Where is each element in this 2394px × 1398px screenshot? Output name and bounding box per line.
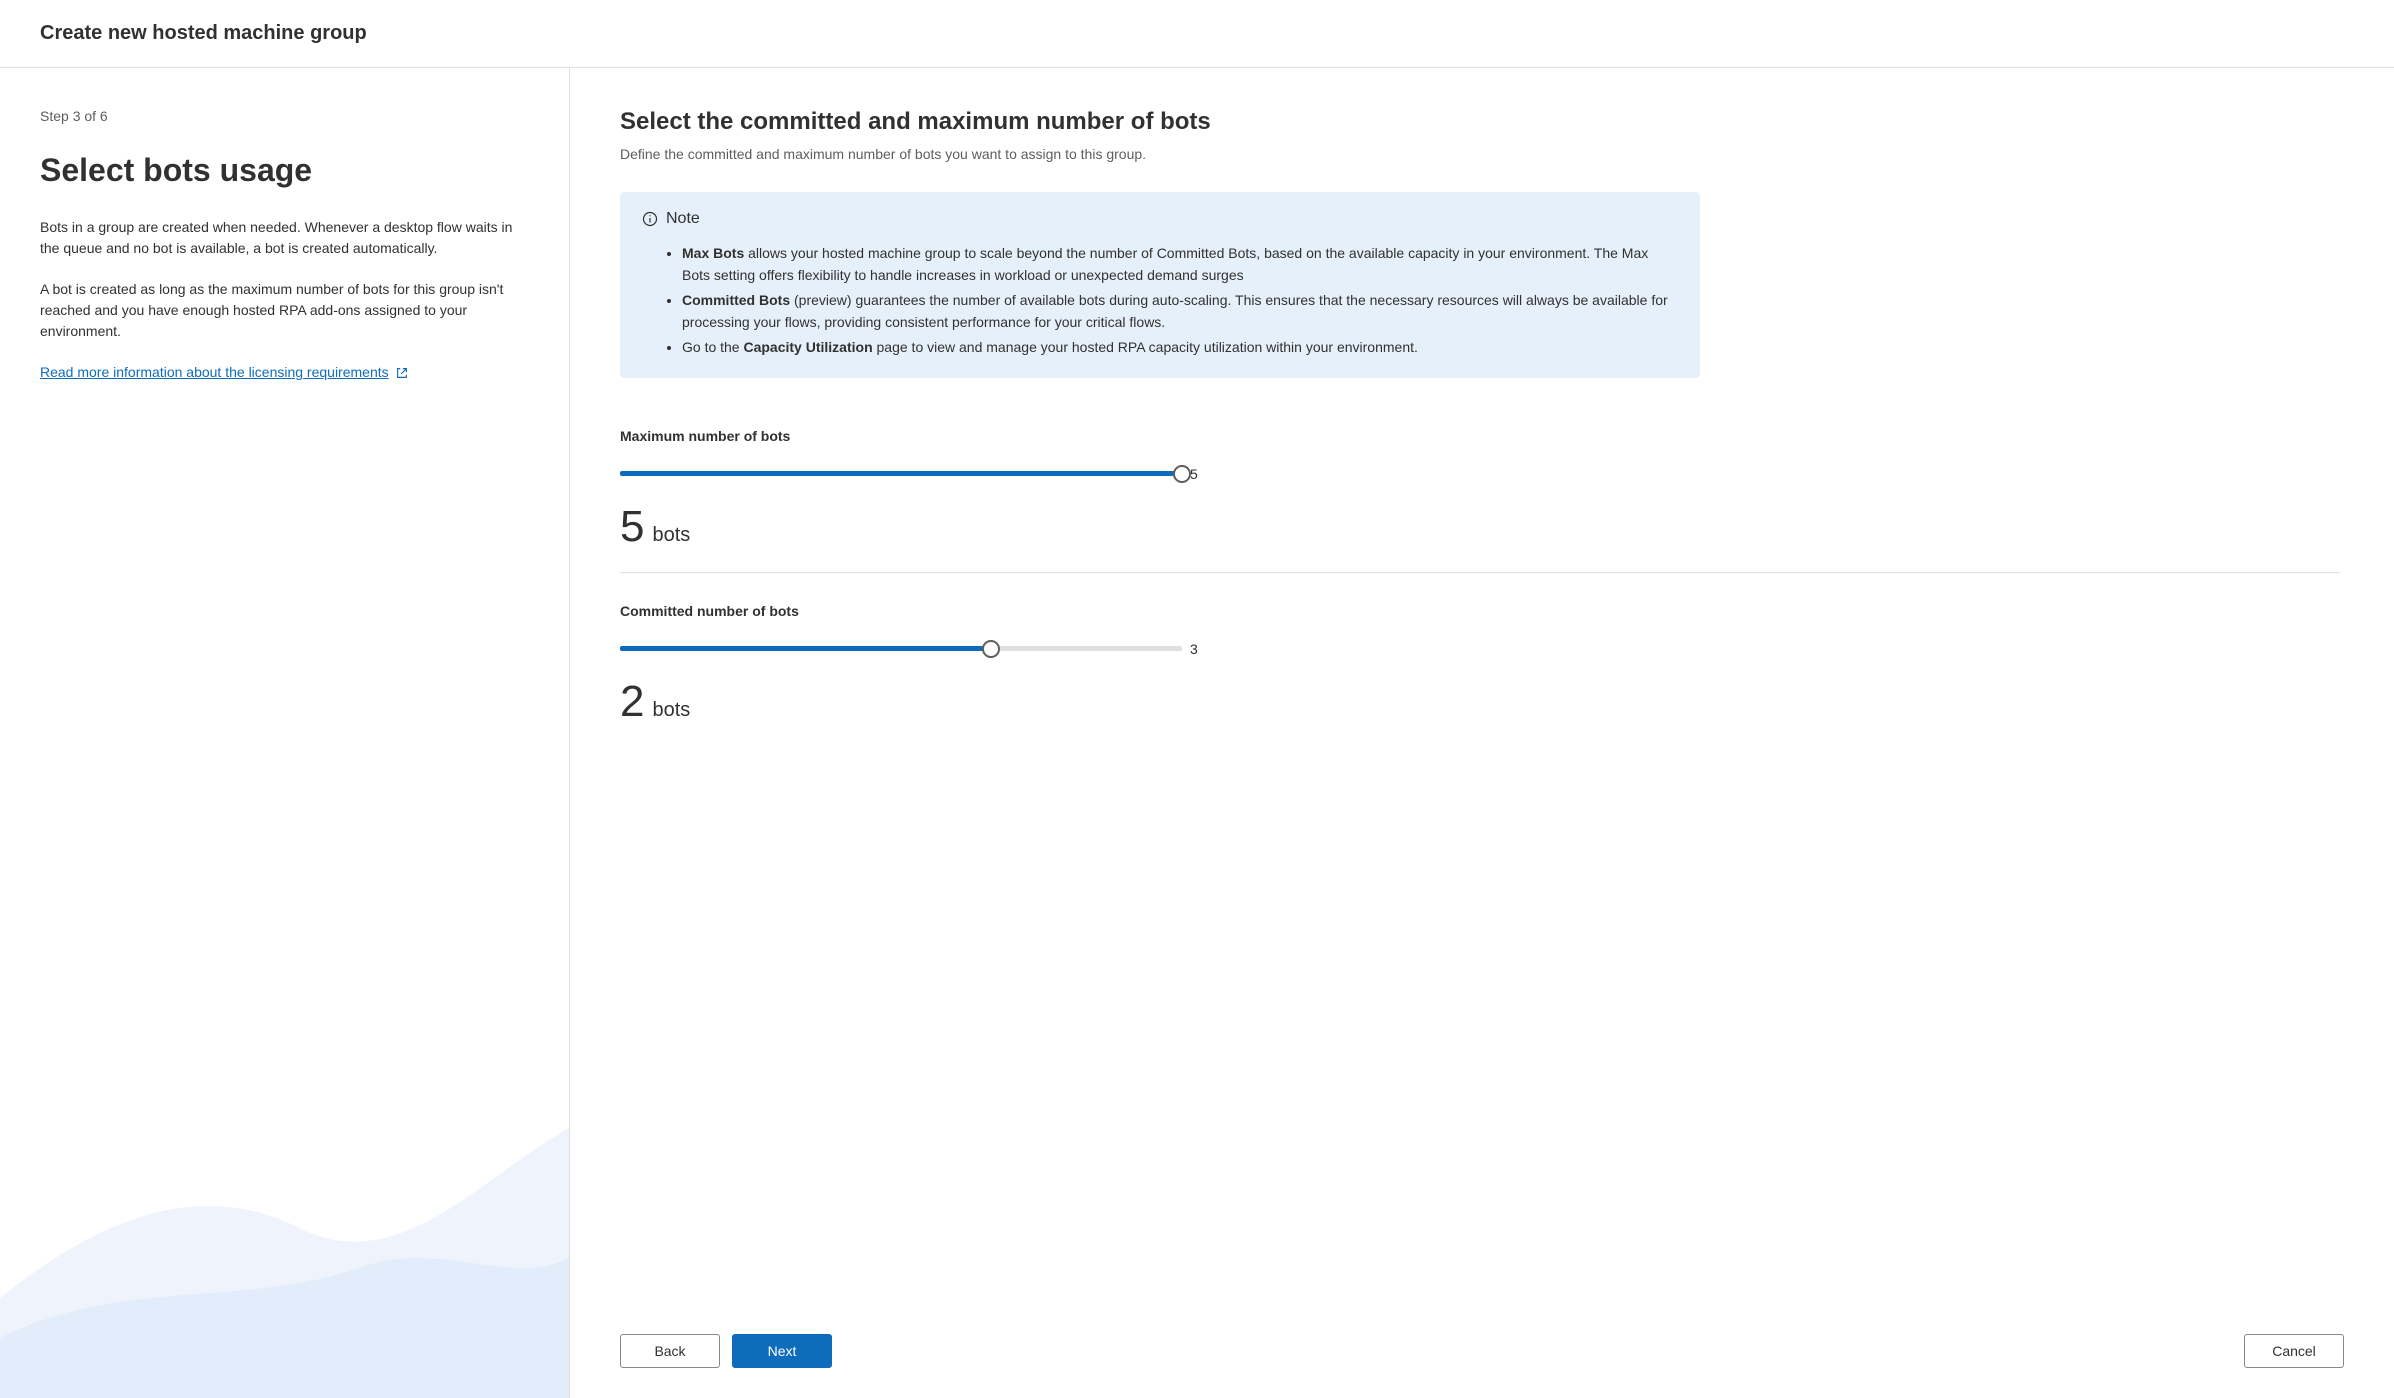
sidebar-decoration — [0, 1118, 569, 1398]
note-header: Note — [642, 210, 1678, 228]
committed-bots-display: 2 bots — [620, 677, 2340, 727]
max-bots-max-value: 5 — [1190, 466, 1210, 482]
body-container: Step 3 of 6 Select bots usage Bots in a … — [0, 68, 2394, 1398]
committed-bots-value: 2 — [620, 677, 644, 727]
committed-bots-suffix: bots — [652, 699, 690, 722]
external-link-icon — [395, 366, 409, 380]
max-bots-slider-wrapper: 5 — [620, 466, 1210, 482]
max-bots-group: Maximum number of bots 5 5 bots — [620, 428, 2340, 552]
committed-bots-slider-wrapper: 3 — [620, 641, 1210, 657]
sidebar-heading: Select bots usage — [40, 152, 529, 189]
max-bots-value: 5 — [620, 502, 644, 552]
wizard-footer: Back Next Cancel — [620, 1334, 2344, 1368]
max-bots-slider[interactable] — [620, 466, 1182, 482]
committed-bots-fill — [620, 646, 991, 651]
licensing-link-text: Read more information about the licensin… — [40, 362, 389, 383]
slider-section: Maximum number of bots 5 5 bots Committe… — [620, 428, 2340, 747]
committed-bots-label: Committed number of bots — [620, 603, 2340, 619]
licensing-link[interactable]: Read more information about the licensin… — [40, 362, 409, 383]
info-icon — [642, 211, 658, 227]
back-button[interactable]: Back — [620, 1334, 720, 1368]
dialog-header: Create new hosted machine group — [0, 0, 2394, 68]
committed-bots-group: Committed number of bots 3 2 bots — [620, 603, 2340, 727]
committed-bots-max-value: 3 — [1190, 641, 1210, 657]
section-divider — [620, 572, 2340, 573]
main-content: Select the committed and maximum number … — [570, 68, 2394, 1398]
dialog-title: Create new hosted machine group — [40, 22, 367, 45]
max-bots-suffix: bots — [652, 524, 690, 547]
note-list: Max Bots allows your hosted machine grou… — [642, 242, 1678, 358]
footer-left: Back Next — [620, 1334, 832, 1368]
main-title: Select the committed and maximum number … — [620, 108, 2344, 136]
note-box: Note Max Bots allows your hosted machine… — [620, 192, 1700, 378]
max-bots-fill — [620, 471, 1182, 476]
main-subtitle: Define the committed and maximum number … — [620, 146, 2344, 162]
cancel-button[interactable]: Cancel — [2244, 1334, 2344, 1368]
sidebar-description-1: Bots in a group are created when needed.… — [40, 217, 529, 259]
note-item-3: Go to the Capacity Utilization page to v… — [682, 336, 1678, 358]
max-bots-label: Maximum number of bots — [620, 428, 2340, 444]
note-label: Note — [666, 210, 700, 228]
max-bots-display: 5 bots — [620, 502, 2340, 552]
committed-bots-thumb[interactable] — [982, 640, 1000, 658]
next-button[interactable]: Next — [732, 1334, 832, 1368]
note-item-2: Committed Bots (preview) guarantees the … — [682, 289, 1678, 334]
note-item-1: Max Bots allows your hosted machine grou… — [682, 242, 1678, 287]
committed-bots-slider[interactable] — [620, 641, 1182, 657]
max-bots-thumb[interactable] — [1173, 465, 1191, 483]
sidebar-description-2: A bot is created as long as the maximum … — [40, 279, 529, 342]
step-indicator: Step 3 of 6 — [40, 108, 529, 124]
wizard-sidebar: Step 3 of 6 Select bots usage Bots in a … — [0, 68, 570, 1398]
